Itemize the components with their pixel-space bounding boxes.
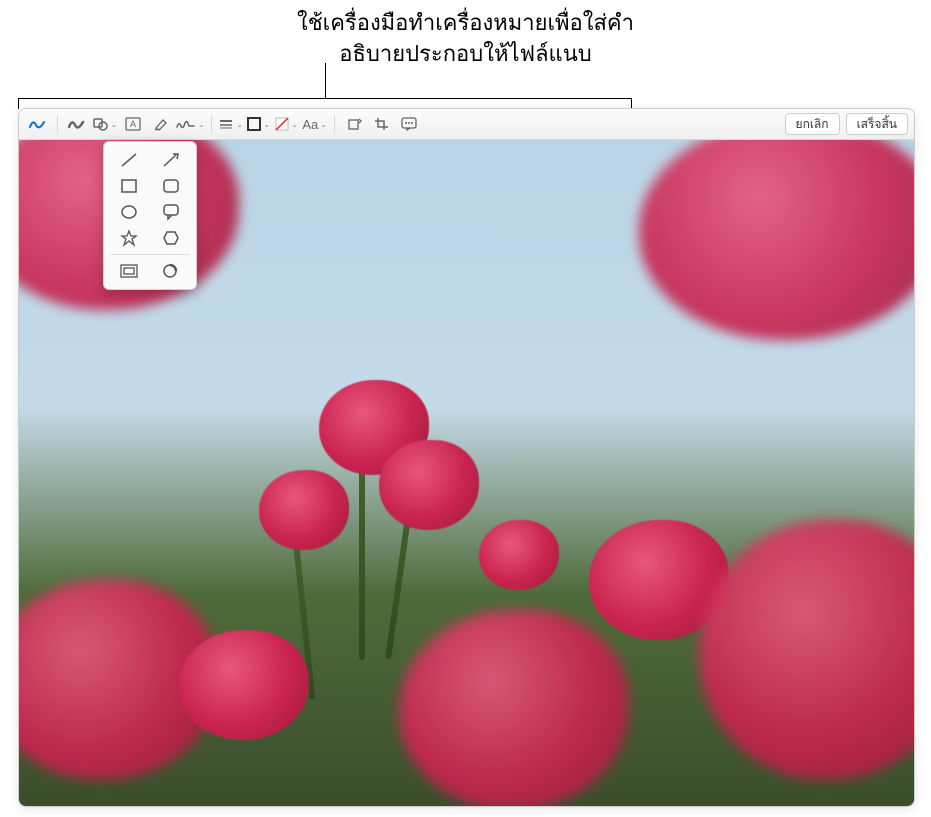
flower-decor xyxy=(699,520,914,780)
shape-style-tool[interactable]: ⌄ xyxy=(218,113,244,135)
shape-arrow[interactable] xyxy=(156,148,186,172)
crop-tool[interactable] xyxy=(369,113,395,135)
flower-decor xyxy=(639,140,914,340)
cancel-button[interactable]: ยกเลิก xyxy=(785,113,840,135)
fill-color-tool[interactable]: ⌄ xyxy=(274,113,300,135)
flower-decor xyxy=(379,440,479,530)
done-button[interactable]: เสร็จสิ้น xyxy=(846,113,908,135)
callout-annotation: ใช้เครื่องมือทำเครื่องหมายเพื่อใส่คำ อธิ… xyxy=(0,8,931,70)
callout-line2: อธิบายประกอบให้ไฟล์แนบ xyxy=(0,39,931,70)
svg-text:A: A xyxy=(130,119,136,129)
image-description-tool[interactable] xyxy=(397,113,423,135)
sign-tool[interactable]: ⌄ xyxy=(176,113,205,135)
shape-circle[interactable] xyxy=(114,200,144,224)
callout-line1: ใช้เครื่องมือทำเครื่องหมายเพื่อใส่คำ xyxy=(0,8,931,39)
shape-speech-bubble[interactable] xyxy=(156,200,186,224)
rotate-tool[interactable] xyxy=(341,113,367,135)
shapes-tool[interactable]: ⌄ xyxy=(92,113,118,135)
draw-tool[interactable] xyxy=(64,113,90,135)
shapes-popover xyxy=(103,141,197,290)
flower-decor xyxy=(399,610,629,807)
shape-square[interactable] xyxy=(114,174,144,198)
shape-loupe[interactable] xyxy=(156,259,186,283)
flower-decor xyxy=(479,520,559,590)
sketch-tool[interactable] xyxy=(25,113,51,135)
shape-hexagon[interactable] xyxy=(156,226,186,250)
shape-star[interactable] xyxy=(114,226,144,250)
text-tool[interactable]: A xyxy=(120,113,146,135)
flower-decor xyxy=(179,630,309,740)
text-style-tool[interactable]: Aa ⌄ xyxy=(302,113,328,135)
markup-window: ⌄ A ⌄ ⌄ ⌄ ⌄ xyxy=(18,108,915,807)
flower-decor xyxy=(259,470,349,550)
shape-mask[interactable] xyxy=(114,259,144,283)
shape-rounded-square[interactable] xyxy=(156,174,186,198)
markup-toolbar: ⌄ A ⌄ ⌄ ⌄ ⌄ xyxy=(19,109,914,140)
shape-line[interactable] xyxy=(114,148,144,172)
highlight-tool[interactable] xyxy=(148,113,174,135)
border-color-tool[interactable]: ⌄ xyxy=(246,113,272,135)
